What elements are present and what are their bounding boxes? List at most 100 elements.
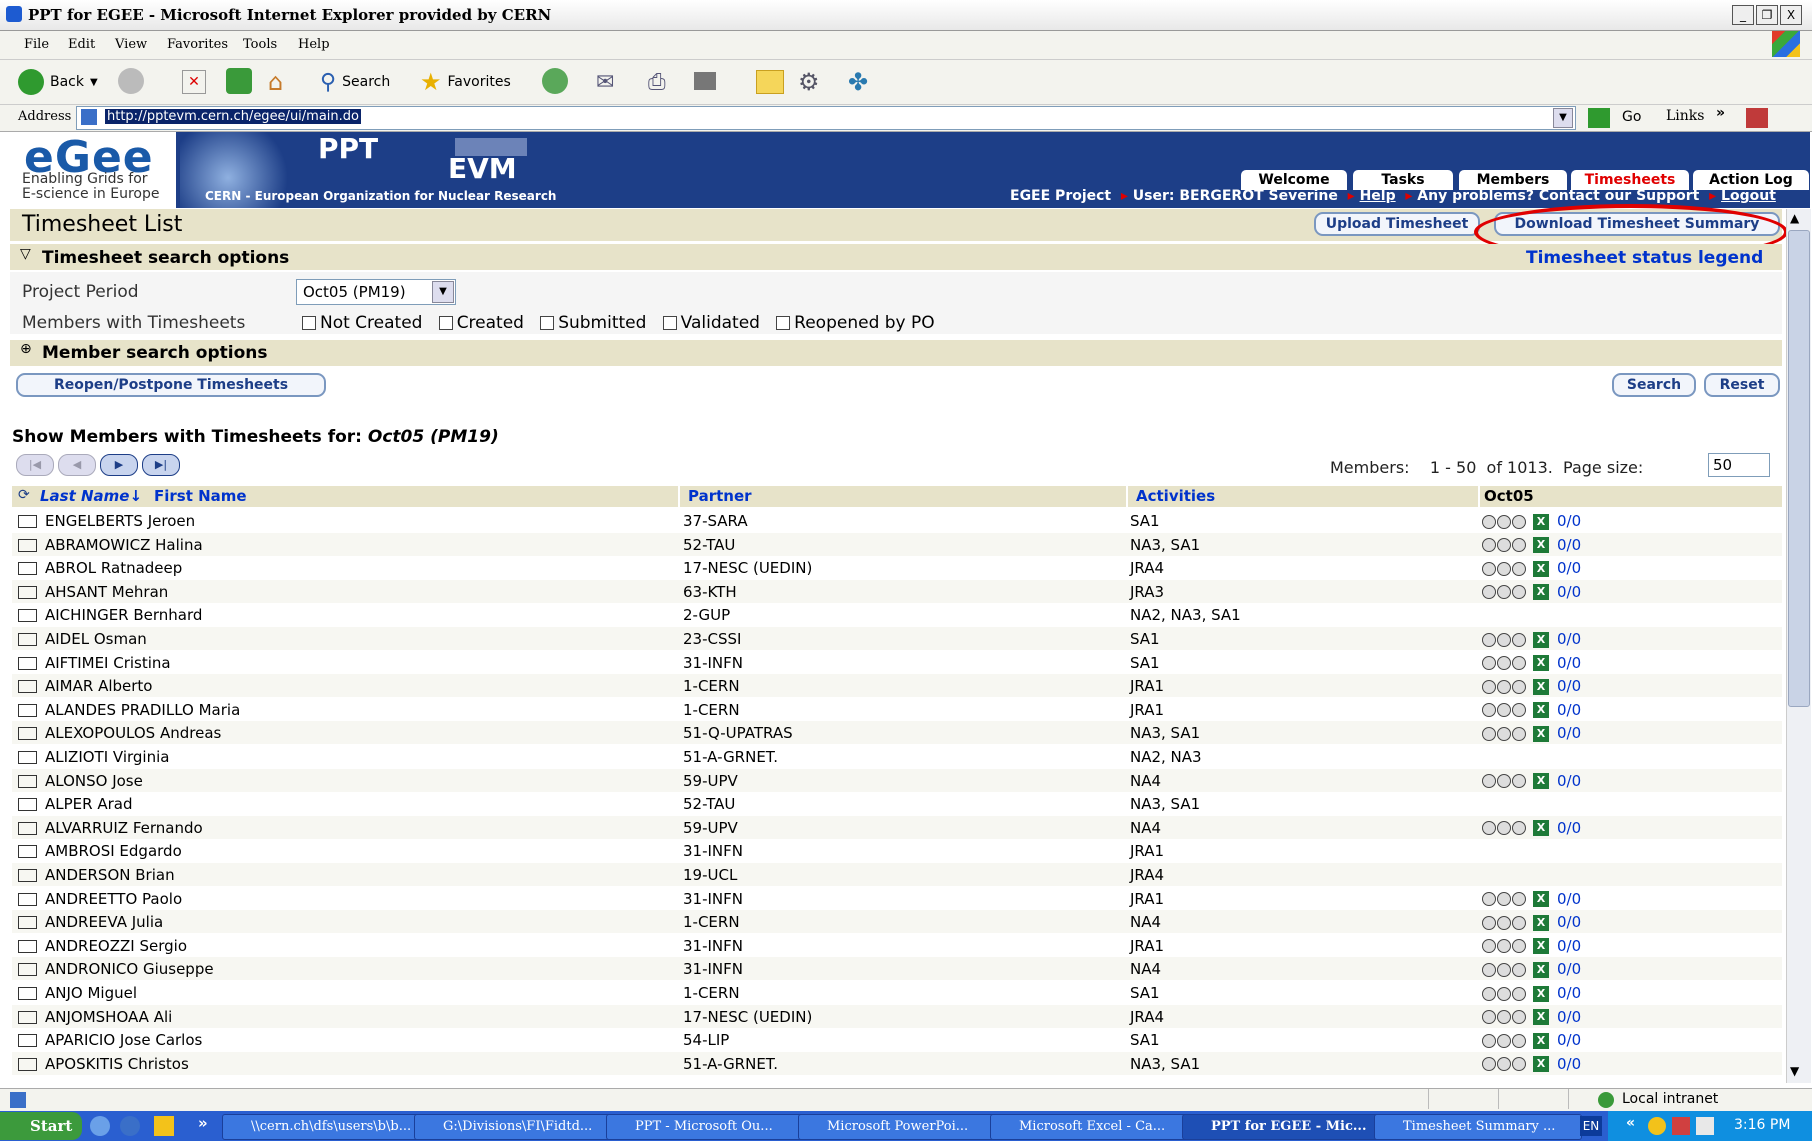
forward-arrow-icon[interactable] — [118, 68, 144, 94]
close-button[interactable]: X — [1780, 5, 1802, 25]
table-row[interactable]: ALEXOPOULOS Andreas 51-Q-UPATRAS NA3, SA1 X… — [12, 721, 1782, 745]
envelope-icon[interactable] — [18, 845, 37, 859]
table-row[interactable]: AMBROSI Edgardo 31-INFN JRA1 — [12, 839, 1782, 863]
last-page-icon[interactable]: ▶| — [142, 454, 180, 476]
tray-icon[interactable] — [1672, 1117, 1690, 1135]
menu-file[interactable]: File — [24, 37, 49, 52]
favorites-toolbar-button[interactable]: ★ Favorites — [420, 68, 511, 96]
clock[interactable]: 3:16 PM — [1734, 1117, 1790, 1133]
quicklaunch-chevron[interactable]: » — [198, 1114, 208, 1132]
table-row[interactable]: ANDERSON Brian 19-UCL JRA4 — [12, 863, 1782, 886]
checkbox-box[interactable] — [540, 316, 555, 330]
member-name[interactable]: APOSKITIS Christos — [45, 1055, 189, 1073]
table-row[interactable]: ABRAMOWICZ Halina 52-TAU NA3, SA1 X 0/0 — [12, 532, 1782, 556]
table-row[interactable]: AIFTIMEI Cristina 31-INFN SA1 X 0/0 — [12, 650, 1782, 674]
excel-icon[interactable]: X — [1533, 655, 1549, 672]
task-powerpoint[interactable]: Microsoft PowerPoi... — [798, 1114, 1006, 1140]
task-ie-active[interactable]: PPT for EGEE - Mic... — [1182, 1114, 1390, 1140]
reset-button[interactable]: Reset — [1704, 373, 1780, 397]
member-name[interactable]: ANDRONICO Giuseppe — [45, 960, 214, 978]
checkbox-submitted[interactable]: Submitted — [540, 313, 646, 333]
timesheet-ratio-link[interactable]: 0/0 — [1557, 512, 1581, 530]
envelope-icon[interactable] — [18, 939, 37, 953]
excel-icon[interactable]: X — [1533, 985, 1549, 1002]
support-link[interactable]: Any problems? Contact our Support — [1417, 188, 1699, 204]
outlook-quicklaunch-icon[interactable] — [154, 1116, 174, 1136]
member-name[interactable]: ANJO Miguel — [45, 984, 137, 1002]
timesheet-ratio-link[interactable]: 0/0 — [1557, 960, 1581, 978]
excel-icon[interactable]: X — [1533, 961, 1549, 978]
envelope-icon[interactable] — [18, 774, 37, 788]
first-page-icon[interactable]: |◀ — [16, 454, 54, 476]
envelope-icon[interactable] — [18, 751, 37, 764]
table-row[interactable]: AICHINGER Bernhard 2-GUP NA2, NA3, SA1 — [12, 603, 1782, 627]
chevron-down-icon[interactable]: ▼ — [1553, 108, 1573, 128]
envelope-icon[interactable] — [18, 680, 37, 694]
member-name[interactable]: ANDREOZZI Sergio — [45, 937, 187, 955]
member-name[interactable]: ANJOMSHOAA Ali — [45, 1008, 172, 1026]
status-legend-link[interactable]: Timesheet status legend — [1526, 248, 1763, 268]
envelope-icon[interactable] — [18, 633, 37, 646]
address-input[interactable]: http://pptevm.cern.ch/egee/ui/main.do ▼ — [76, 106, 1576, 130]
timesheet-ratio-link[interactable]: 0/0 — [1557, 1031, 1581, 1049]
refresh-sort-icon[interactable]: ⟳ — [18, 487, 30, 503]
table-row[interactable]: ANDRONICO Giuseppe 31-INFN NA4 X 0/0 — [12, 957, 1782, 981]
excel-icon[interactable]: X — [1533, 773, 1549, 790]
envelope-icon[interactable] — [18, 703, 37, 717]
help-link[interactable]: Help — [1360, 188, 1396, 204]
table-row[interactable]: ANJO Miguel 1-CERN SA1 X 0/0 — [12, 981, 1782, 1004]
collapse-icon[interactable]: ▽ — [20, 246, 31, 262]
timesheet-ratio-link[interactable]: 0/0 — [1557, 937, 1581, 955]
member-name[interactable]: ABROL Ratnadeep — [45, 559, 182, 577]
table-row[interactable]: AHSANT Mehran 63-KTH JRA3 X 0/0 — [12, 579, 1782, 603]
checkbox-box[interactable] — [662, 316, 677, 330]
checkbox-box[interactable] — [302, 316, 316, 330]
member-name[interactable]: ABRAMOWICZ Halina — [45, 536, 203, 554]
table-row[interactable]: ANDREEVA Julia 1-CERN NA4 X 0/0 — [12, 910, 1782, 934]
chevron-down-icon[interactable]: ▼ — [432, 281, 454, 303]
envelope-icon[interactable] — [18, 562, 37, 576]
excel-icon[interactable]: X — [1533, 891, 1549, 908]
timesheet-ratio-link[interactable]: 0/0 — [1557, 984, 1581, 1002]
table-row[interactable]: APARICIO Jose Carlos 54-LIP SA1 X 0/0 — [12, 1028, 1782, 1052]
excel-icon[interactable]: X — [1533, 513, 1549, 530]
reopen-postpone-button[interactable]: Reopen/Postpone Timesheets — [16, 373, 326, 397]
timesheet-ratio-link[interactable]: 0/0 — [1557, 677, 1581, 695]
excel-icon[interactable]: X — [1533, 560, 1549, 577]
member-name[interactable]: ALANDES PRADILLO Maria — [45, 701, 240, 719]
home-icon[interactable]: ⌂ — [268, 68, 283, 96]
go-button[interactable]: Go — [1622, 109, 1641, 125]
excel-icon[interactable]: X — [1533, 938, 1549, 955]
tray-chevron-icon[interactable]: « — [1626, 1115, 1635, 1131]
upload-timesheet-button[interactable]: Upload Timesheet — [1314, 212, 1480, 236]
envelope-icon[interactable] — [18, 609, 37, 623]
excel-icon[interactable]: X — [1533, 1009, 1549, 1026]
scrollbar-thumb[interactable] — [1788, 230, 1810, 707]
go-arrow-icon[interactable] — [1588, 108, 1610, 128]
timesheet-ratio-link[interactable]: 0/0 — [1557, 654, 1581, 672]
stop-icon[interactable]: ✕ — [182, 70, 206, 94]
restore-button[interactable]: ❐ — [1756, 5, 1778, 25]
scroll-up-icon[interactable]: ▲ — [1790, 211, 1799, 225]
member-name[interactable]: AIFTIMEI Cristina — [45, 654, 171, 672]
project-period-select[interactable]: Oct05 (PM19) ▼ — [296, 279, 456, 305]
menu-help[interactable]: Help — [298, 37, 330, 52]
timesheet-ratio-link[interactable]: 0/0 — [1557, 1008, 1581, 1026]
excel-icon[interactable]: X — [1533, 725, 1549, 742]
envelope-icon[interactable] — [18, 892, 37, 906]
envelope-icon[interactable] — [18, 585, 37, 599]
envelope-icon[interactable] — [18, 515, 37, 528]
menu-tools[interactable]: Tools — [243, 37, 277, 52]
table-row[interactable]: APOSKITIS Christos 51-A-GRNET. NA3, SA1 X 0/… — [12, 1051, 1782, 1075]
envelope-icon[interactable] — [18, 656, 37, 670]
table-row[interactable]: ENGELBERTS Jeroen 37-SARA SA1 X 0/0 — [12, 509, 1782, 532]
table-row[interactable]: ANDREOZZI Sergio 31-INFN JRA1 X 0/0 — [12, 933, 1782, 957]
column-first-name[interactable]: First Name — [154, 487, 247, 505]
column-partner[interactable]: Partner — [688, 487, 752, 505]
desktop-icon[interactable] — [90, 1116, 110, 1136]
envelope-icon[interactable] — [18, 963, 37, 977]
excel-icon[interactable]: X — [1533, 1056, 1549, 1073]
envelope-icon[interactable] — [18, 1057, 37, 1071]
column-activities[interactable]: Activities — [1136, 487, 1215, 505]
timesheet-ratio-link[interactable]: 0/0 — [1557, 772, 1581, 790]
